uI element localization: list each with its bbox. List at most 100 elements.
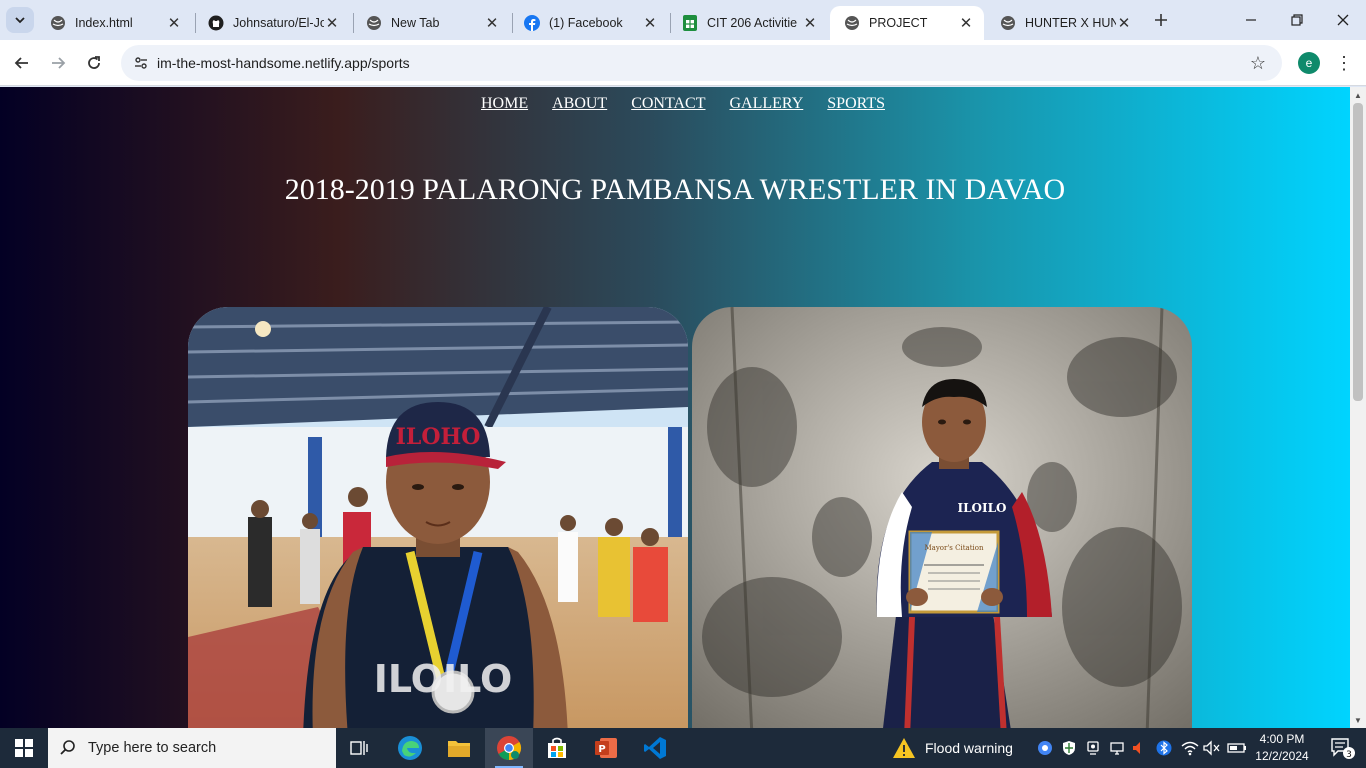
tab-title: Index.html: [75, 16, 133, 30]
display-tray-icon[interactable]: [1105, 728, 1129, 768]
forward-button[interactable]: [44, 49, 72, 77]
notification-center-button[interactable]: 3: [1318, 728, 1366, 768]
profile-avatar[interactable]: e: [1298, 52, 1320, 74]
wifi-icon[interactable]: [1178, 728, 1202, 768]
facebook-icon: [524, 15, 540, 31]
page-heading: 2018-2019 PALARONG PAMBANSA WRESTLER IN …: [284, 173, 1066, 206]
globe-icon: [50, 15, 66, 31]
nav-link-gallery[interactable]: GALLERY: [729, 95, 803, 112]
url-text[interactable]: im-the-most-handsome.netlify.app/sports: [157, 55, 410, 71]
tab-new-tab[interactable]: New Tab ✕: [352, 6, 510, 40]
taskbar-chrome[interactable]: [485, 728, 533, 768]
restore-button[interactable]: [1274, 0, 1320, 40]
task-view-button[interactable]: [336, 728, 384, 768]
page-viewport: HOME ABOUT CONTACT GALLERY SPORTS 2018-2…: [0, 87, 1350, 728]
close-tab-icon[interactable]: ✕: [1116, 15, 1132, 32]
store-icon: [548, 737, 566, 758]
clock-time: 4:00 PM: [1259, 732, 1305, 746]
scroll-up-arrow-icon[interactable]: ▲: [1350, 87, 1366, 103]
webcam-tray-icon[interactable]: [1081, 728, 1105, 768]
minimize-icon: [1246, 19, 1256, 21]
taskbar-file-explorer[interactable]: [435, 728, 483, 768]
jersey-text: ILOILO: [374, 657, 513, 701]
tab-title: Johnsaturo/El-Jo: [233, 16, 324, 30]
page-scrollbar[interactable]: ▲ ▼: [1350, 87, 1366, 728]
vscode-icon: [644, 737, 666, 759]
windows-logo-icon: [15, 739, 33, 757]
task-view-icon: [350, 741, 368, 755]
svg-text:P: P: [598, 744, 605, 755]
nav-link-contact[interactable]: CONTACT: [631, 95, 705, 112]
tab-title: (1) Facebook: [549, 16, 623, 30]
taskbar-store[interactable]: [533, 728, 581, 768]
clock-date: 12/2/2024: [1255, 749, 1309, 763]
notification-icon: 3: [1331, 738, 1355, 760]
arrow-left-icon: [14, 57, 28, 69]
weather-widget[interactable]: Flood warning: [892, 728, 1013, 768]
tab-facebook[interactable]: (1) Facebook ✕: [510, 6, 668, 40]
warning-icon: [893, 738, 915, 758]
reload-button[interactable]: [80, 49, 108, 77]
chrome-icon: [497, 736, 522, 760]
browser-tab-strip: Index.html ✕ Johnsaturo/El-Jo ✕ New Tab …: [0, 0, 1366, 40]
tab-project[interactable]: PROJECT ✕: [830, 6, 984, 40]
globe-icon: [844, 15, 860, 31]
bluetooth-icon[interactable]: [1152, 728, 1176, 768]
chrome-tray-icon[interactable]: [1033, 728, 1057, 768]
tab-title: PROJECT: [869, 16, 928, 30]
address-bar[interactable]: im-the-most-handsome.netlify.app/sports …: [121, 45, 1282, 81]
scroll-down-arrow-icon[interactable]: ▼: [1350, 712, 1366, 728]
close-tab-icon[interactable]: ✕: [958, 15, 974, 32]
tab-title: HUNTER X HUN: [1025, 16, 1116, 30]
minimize-button[interactable]: [1228, 0, 1274, 40]
system-clock[interactable]: 4:00 PM 12/2/2024: [1254, 731, 1310, 765]
wrestler-medal-photo: ILOHO ILOILO: [188, 307, 688, 728]
tab-hunter-x-hunter[interactable]: HUNTER X HUN ✕: [986, 6, 1142, 40]
tab-title: CIT 206 Activitie: [707, 16, 798, 30]
sheets-icon: [682, 15, 698, 31]
taskbar-edge[interactable]: [386, 728, 434, 768]
taskbar-powerpoint[interactable]: P: [582, 728, 630, 768]
taskbar-vscode[interactable]: [631, 728, 679, 768]
tab-github[interactable]: Johnsaturo/El-Jo ✕: [194, 6, 350, 40]
taskbar-search-box[interactable]: Type here to search: [48, 728, 336, 768]
close-icon: [1337, 14, 1349, 26]
close-tab-icon[interactable]: ✕: [166, 15, 182, 32]
close-tab-icon[interactable]: ✕: [324, 15, 340, 32]
close-tab-icon[interactable]: ✕: [642, 15, 658, 32]
start-button[interactable]: [0, 728, 48, 768]
browser-menu-icon[interactable]: ⋮: [1334, 50, 1354, 76]
folder-icon: [448, 741, 470, 757]
security-tray-icon[interactable]: [1057, 728, 1081, 768]
volume-muted-icon[interactable]: [1200, 728, 1224, 768]
jacket-text: ILOILO: [957, 501, 1006, 515]
site-info-icon[interactable]: [129, 51, 153, 75]
powerpoint-icon: P: [595, 738, 617, 758]
notification-count: 3: [1346, 750, 1352, 760]
nav-link-about[interactable]: ABOUT: [552, 95, 607, 112]
weather-text: Flood warning: [925, 740, 1013, 756]
close-tab-icon[interactable]: ✕: [484, 15, 500, 32]
back-button[interactable]: [8, 49, 36, 77]
globe-icon: [366, 15, 382, 31]
tab-cit-206[interactable]: CIT 206 Activitie ✕: [668, 6, 828, 40]
audio-alert-tray-icon[interactable]: [1127, 728, 1151, 768]
battery-icon[interactable]: [1225, 728, 1249, 768]
reload-icon: [88, 56, 100, 69]
close-tab-icon[interactable]: ✕: [802, 15, 818, 32]
github-icon: [208, 15, 224, 31]
new-tab-button[interactable]: [1150, 9, 1172, 31]
tab-index-html[interactable]: Index.html ✕: [36, 6, 192, 40]
tab-title: New Tab: [391, 16, 440, 30]
scrollbar-thumb[interactable]: [1353, 103, 1363, 401]
globe-icon: [1000, 15, 1016, 31]
bookmark-star-icon[interactable]: ☆: [1246, 51, 1270, 75]
close-window-button[interactable]: [1320, 0, 1366, 40]
arrow-right-icon: [52, 57, 66, 69]
nav-link-home[interactable]: HOME: [481, 95, 528, 112]
nav-link-sports[interactable]: SPORTS: [827, 95, 885, 112]
windows-taskbar: Type here to search P Flood warning 4:00…: [0, 728, 1366, 768]
tab-search-button[interactable]: [6, 7, 34, 33]
browser-toolbar: im-the-most-handsome.netlify.app/sports …: [0, 40, 1366, 86]
restore-icon: [1291, 14, 1303, 26]
